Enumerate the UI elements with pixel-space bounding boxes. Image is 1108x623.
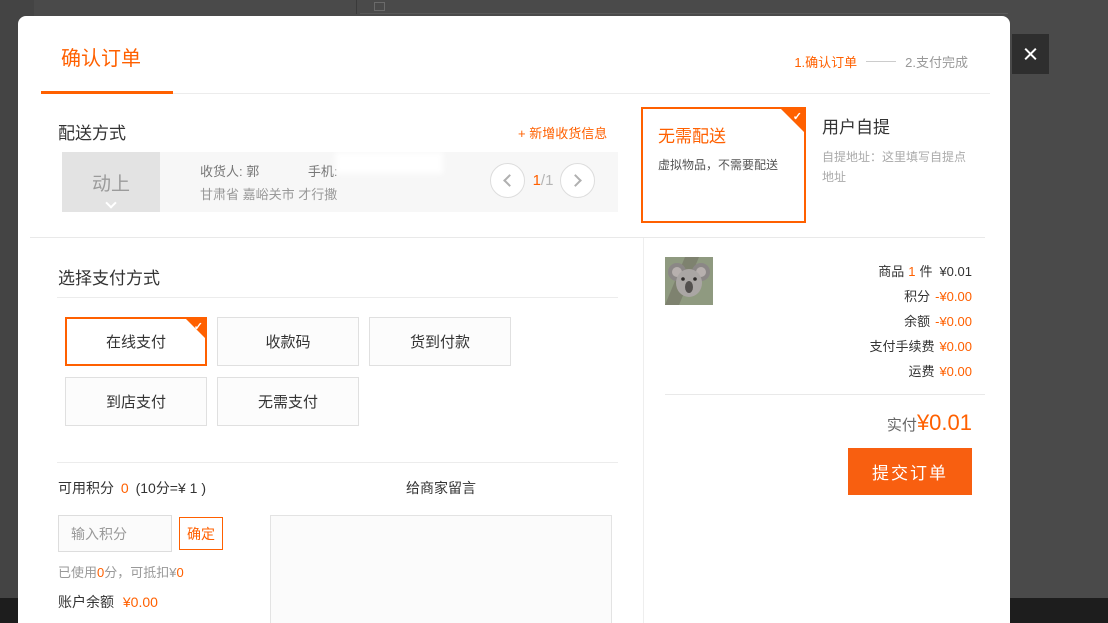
shipping-option-title: 无需配送 <box>658 122 726 147</box>
used-mid: 分，可抵扣¥ <box>104 565 176 580</box>
balance-value: ¥0.00 <box>123 594 158 610</box>
summary-row-points: 积分 -¥0.00 <box>665 284 972 309</box>
section-divider <box>30 237 985 238</box>
payment-method-label: 到店支付 <box>106 391 166 412</box>
payment-method-none[interactable]: 无需支付 <box>217 377 359 426</box>
total-line: 实付¥0.01 <box>665 410 972 436</box>
receiver-name: 收货人: 郭 <box>200 164 259 179</box>
address-prev-button[interactable] <box>490 163 525 198</box>
header-divider <box>41 93 990 94</box>
phone-label: 手机: <box>308 164 338 179</box>
row-amount: ¥0.00 <box>939 339 972 354</box>
payment-method-label: 收款码 <box>265 331 310 352</box>
points-used-line: 已使用0分，可抵扣¥0 <box>58 562 184 581</box>
total-divider <box>665 394 985 395</box>
row-label: 商品 <box>878 264 904 279</box>
step-payment-complete: 2.支付完成 <box>905 52 968 71</box>
active-tab-underline <box>41 91 173 94</box>
pagination-total: /1 <box>541 172 554 189</box>
row-label: 支付手续费 <box>869 339 934 354</box>
close-button[interactable]: × <box>1012 34 1049 74</box>
row-amount: -¥0.00 <box>935 314 972 329</box>
background-divider <box>356 0 357 14</box>
shipping-option-desc: 虚拟物品，不需要配送 <box>658 156 778 173</box>
step-confirm-order: 1.确认订单 <box>794 52 857 71</box>
confirm-order-modal: 确认订单 1.确认订单 2.支付完成 配送方式 + 新增收货信息 动上 收货人:… <box>18 16 1010 623</box>
address-tag[interactable]: 动上 <box>62 152 160 212</box>
address-pagination: 1/1 <box>526 163 560 198</box>
row-label: 运费 <box>908 364 934 379</box>
order-summary: 商品 1件 ¥0.01 积分 -¥0.00 余额 -¥0.00 支付手续费 ¥0.00 运… <box>665 259 972 384</box>
payment-method-label: 货到付款 <box>410 331 470 352</box>
payment-method-cod[interactable]: 货到付款 <box>369 317 511 366</box>
row-amount: ¥0.00 <box>939 364 972 379</box>
delivery-section-title: 配送方式 <box>58 119 126 144</box>
total-amount: ¥0.01 <box>917 410 972 435</box>
used-deduct: 0 <box>176 565 183 580</box>
payment-method-label: 无需支付 <box>258 391 318 412</box>
points-available-value: 0 <box>121 480 129 496</box>
address-region: 甘肃省 嘉峪关市 才行撒 <box>200 184 337 203</box>
chevron-left-icon <box>503 174 516 187</box>
address-receiver-line: 收货人: 郭 手机: <box>200 161 337 180</box>
phone-number-redacted <box>335 152 443 174</box>
step-connector-line <box>866 61 896 62</box>
row-label: 余额 <box>904 314 930 329</box>
total-label: 实付 <box>887 417 917 434</box>
summary-row-shipping: 运费 ¥0.00 <box>665 359 972 384</box>
payment-method-online[interactable]: 在线支付 ✓ <box>65 317 207 366</box>
account-balance-line: 账户余额 ¥0.00 <box>58 592 158 612</box>
payment-method-label: 在线支付 <box>106 331 166 352</box>
points-label: 可用积分 <box>58 480 114 496</box>
summary-row-product: 商品 1件 ¥0.01 <box>665 259 972 284</box>
submit-order-button[interactable]: 提交订单 <box>848 448 972 495</box>
background-divider <box>360 13 1008 14</box>
used-prefix: 已使用 <box>58 565 97 580</box>
summary-row-fee: 支付手续费 ¥0.00 <box>665 334 972 359</box>
background-checkbox-icon <box>374 2 385 11</box>
shipping-option-pickup-desc: 自提地址：这里填写自提点地址 <box>822 147 968 187</box>
points-available-line: 可用积分 0 (10分=¥ 1 ) <box>58 478 206 498</box>
page-title: 确认订单 <box>61 42 141 71</box>
pagination-current: 1 <box>533 172 541 189</box>
checkout-steps: 1.确认订单 2.支付完成 <box>794 52 968 71</box>
row-label: 积分 <box>904 289 930 304</box>
payment-method-instore[interactable]: 到店支付 <box>65 377 207 426</box>
product-qty: 1 <box>908 264 915 279</box>
payment-divider <box>57 297 618 298</box>
summary-divider-vertical <box>643 238 644 623</box>
points-confirm-button[interactable]: 确定 <box>179 517 223 550</box>
close-icon: × <box>1023 39 1039 70</box>
address-card[interactable]: 动上 收货人: 郭 手机: 甘肃省 嘉峪关市 才行撒 1/1 <box>62 152 618 212</box>
address-next-button[interactable] <box>560 163 595 198</box>
product-amount: ¥0.01 <box>939 264 972 279</box>
row-amount: -¥0.00 <box>935 289 972 304</box>
points-input[interactable] <box>58 515 172 552</box>
shipping-option-pickup[interactable]: 用户自提 <box>822 113 890 138</box>
chevron-right-icon <box>569 174 582 187</box>
address-tag-label: 动上 <box>92 169 130 196</box>
merchant-message-textarea[interactable] <box>270 515 612 623</box>
check-icon: ✓ <box>194 320 203 333</box>
points-rate: (10分=¥ 1 ) <box>136 480 206 496</box>
balance-label: 账户余额 <box>58 594 114 610</box>
merchant-message-label: 给商家留言 <box>270 478 612 498</box>
product-unit: 件 <box>919 264 932 279</box>
chevron-down-icon <box>105 197 116 208</box>
check-icon: ✓ <box>793 110 802 123</box>
points-divider <box>57 462 618 463</box>
add-address-link[interactable]: + 新增收货信息 <box>518 123 607 142</box>
summary-row-balance: 余额 -¥0.00 <box>665 309 972 334</box>
payment-section-title: 选择支付方式 <box>58 264 160 289</box>
shipping-option-no-delivery[interactable]: 无需配送 虚拟物品，不需要配送 ✓ <box>641 107 806 223</box>
payment-method-qrcode[interactable]: 收款码 <box>217 317 359 366</box>
